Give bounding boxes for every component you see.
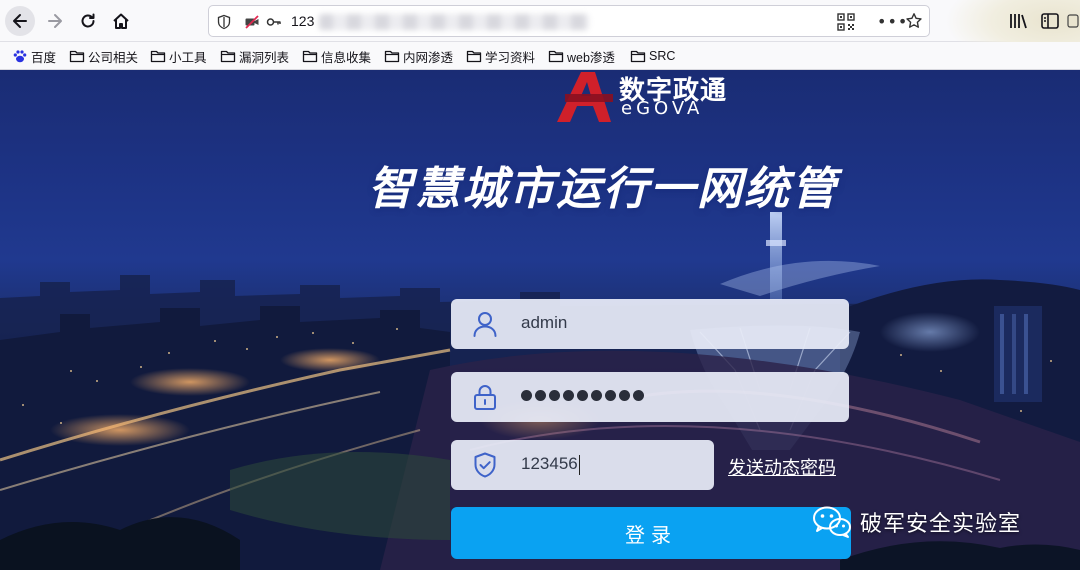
username-field[interactable]: admin xyxy=(451,299,849,349)
logo-english-name: eGOVA xyxy=(621,98,704,119)
reload-button[interactable] xyxy=(73,6,103,36)
folder-icon xyxy=(630,50,646,63)
wechat-watermark: 破军安全实验室 xyxy=(812,502,1021,542)
bookmark-label: 漏洞列表 xyxy=(239,50,290,65)
password-dot xyxy=(591,390,602,401)
camera-blocked-icon[interactable] xyxy=(243,13,261,31)
send-dynamic-password-link[interactable]: 发送动态密码 xyxy=(728,454,836,480)
folder-icon xyxy=(548,50,564,63)
bookmark-label: 信息收集 xyxy=(321,50,372,65)
browser-toolbar: 123 ••• xyxy=(0,0,1080,70)
baidu-paw-icon xyxy=(13,50,27,63)
bookmark-label: 百度 xyxy=(31,50,57,65)
lock-icon xyxy=(474,385,496,410)
arrow-left-icon xyxy=(13,14,27,28)
arrow-right-icon xyxy=(48,14,62,28)
login-page: 数字政通 eGOVA 智慧城市运行一网统管 admin 123456 发送动态密… xyxy=(0,70,1080,570)
extensions-icon[interactable] xyxy=(1066,11,1080,31)
password-dot xyxy=(633,390,644,401)
bookmark-folder-company[interactable]: 公司相关 xyxy=(69,47,138,65)
folder-icon xyxy=(302,50,318,63)
key-icon[interactable] xyxy=(265,13,283,31)
url-text[interactable]: 123 xyxy=(291,13,314,29)
bookmark-label: 公司相关 xyxy=(88,50,139,65)
address-bar[interactable]: 123 ••• xyxy=(208,5,930,37)
bookmark-label: 内网渗透 xyxy=(403,50,454,65)
dynamic-code-field[interactable]: 123456 xyxy=(451,440,714,490)
password-dot xyxy=(563,390,574,401)
home-icon xyxy=(113,13,129,29)
password-dot xyxy=(521,390,532,401)
back-button[interactable] xyxy=(5,6,35,36)
folder-icon xyxy=(69,50,85,63)
forward-button[interactable] xyxy=(40,6,70,36)
bookmarks-toolbar: 百度 公司相关 小工具 漏洞列表 信息收集 内网渗透 学习资料 web渗透 SR… xyxy=(0,42,1080,70)
bookmark-folder-learning[interactable]: 学习资料 xyxy=(466,47,535,65)
bookmark-folder-intranet[interactable]: 内网渗透 xyxy=(384,47,453,65)
password-dot xyxy=(535,390,546,401)
folder-icon xyxy=(384,50,400,63)
folder-icon xyxy=(150,50,166,63)
password-masked-value[interactable] xyxy=(521,390,644,404)
dynamic-code-text: 123456 xyxy=(521,454,578,473)
bookmark-folder-recon[interactable]: 信息收集 xyxy=(302,47,371,65)
bookmark-folder-tools[interactable]: 小工具 xyxy=(150,47,207,65)
reload-icon xyxy=(81,13,95,28)
password-field[interactable] xyxy=(451,372,849,422)
bookmark-label: 小工具 xyxy=(169,50,207,65)
tracking-shield-icon[interactable] xyxy=(215,13,233,31)
wechat-icon xyxy=(813,506,851,538)
qr-code-icon[interactable] xyxy=(837,13,855,31)
bookmark-folder-src[interactable]: SRC xyxy=(630,47,675,65)
bookmark-folder-web[interactable]: web渗透 xyxy=(548,47,615,65)
brand-logo: 数字政通 eGOVA xyxy=(553,70,758,122)
bookmark-baidu[interactable]: 百度 xyxy=(12,47,56,65)
egova-logo-mark xyxy=(557,72,613,122)
folder-icon xyxy=(466,50,482,63)
password-dot xyxy=(605,390,616,401)
bookmark-star-icon[interactable] xyxy=(905,12,923,30)
shield-check-icon xyxy=(474,452,496,478)
user-icon xyxy=(473,312,497,337)
bookmark-folder-vulns[interactable]: 漏洞列表 xyxy=(220,47,289,65)
folder-icon xyxy=(220,50,236,63)
library-icon[interactable] xyxy=(1008,11,1030,31)
home-button[interactable] xyxy=(106,6,136,36)
password-dot xyxy=(619,390,630,401)
watermark-text: 破军安全实验室 xyxy=(860,512,1022,537)
bookmark-label: web渗透 xyxy=(567,50,615,65)
dynamic-code-value[interactable]: 123456 xyxy=(521,454,580,475)
bookmark-label: SRC xyxy=(649,49,676,63)
username-value[interactable]: admin xyxy=(521,313,567,333)
bookmark-label: 学习资料 xyxy=(485,50,536,65)
sidebar-icon[interactable] xyxy=(1040,11,1060,31)
text-caret xyxy=(578,454,580,475)
password-dot xyxy=(549,390,560,401)
page-actions-more-icon[interactable]: ••• xyxy=(877,12,908,31)
page-title: 智慧城市运行一网统管 xyxy=(368,162,839,215)
password-dot xyxy=(577,390,588,401)
login-button[interactable]: 登录 xyxy=(451,507,851,559)
url-redacted xyxy=(319,14,589,30)
